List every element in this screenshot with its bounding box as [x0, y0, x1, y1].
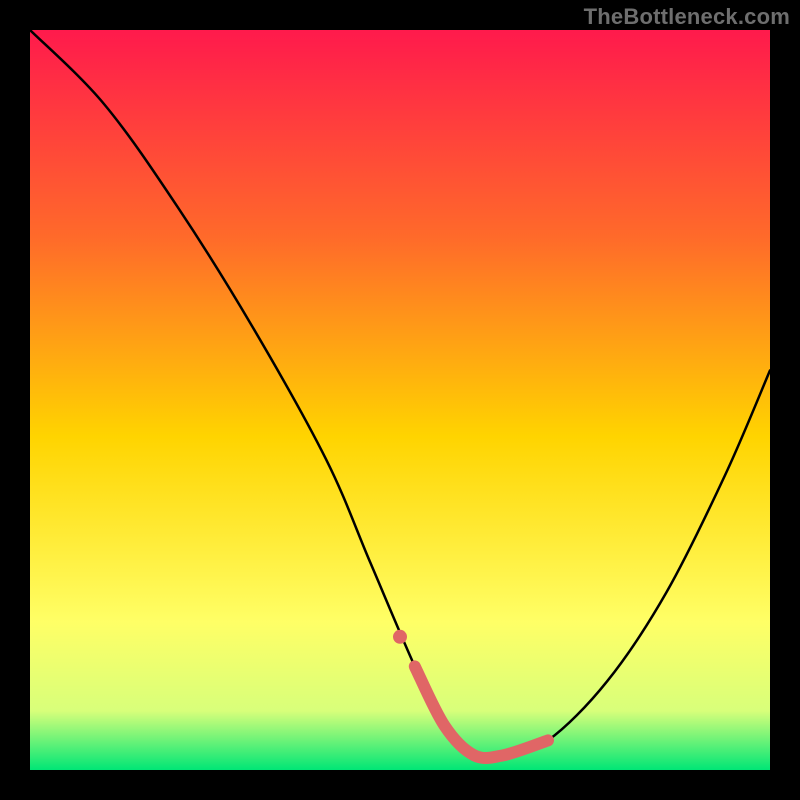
plot-area: [30, 30, 770, 770]
chart-frame: TheBottleneck.com: [0, 0, 800, 800]
optimal-highlight-line: [415, 666, 548, 758]
optimal-marker-icon: [393, 630, 407, 644]
watermark-text: TheBottleneck.com: [584, 4, 790, 30]
bottleneck-curve-line: [30, 30, 770, 758]
bottleneck-chart: [30, 30, 770, 770]
